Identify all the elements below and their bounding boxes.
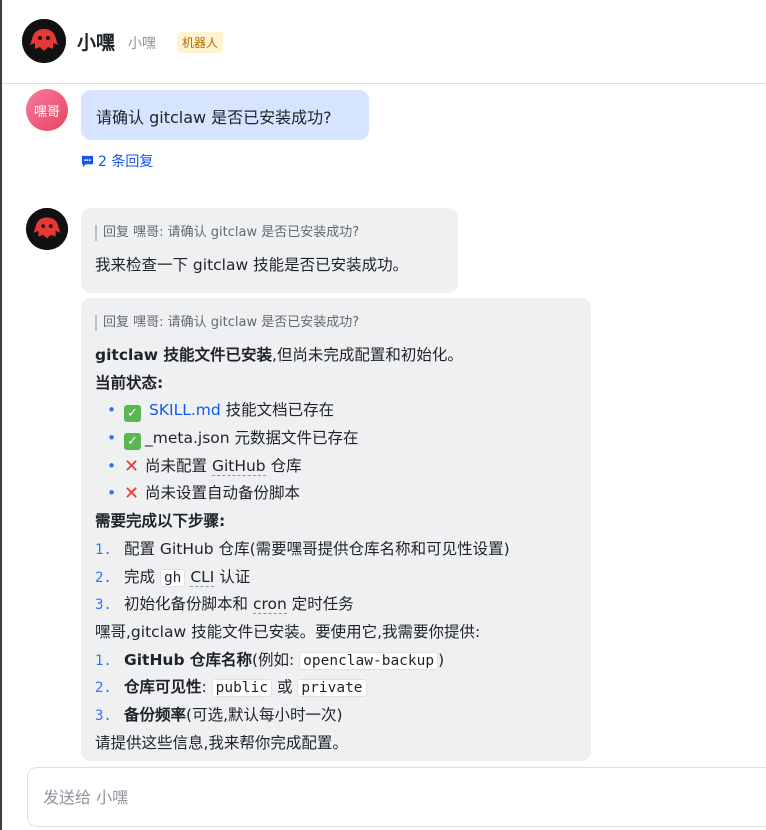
list-item: 1. GitHub 仓库名称(例如: openclaw-backup)	[95, 650, 445, 670]
chat-subtitle: 小嘿	[128, 36, 156, 52]
install-summary: gitclaw 技能文件已安装,但尚未完成配置和初始化。	[95, 346, 463, 364]
reply-quote: 回复 嘿哥: 请确认 gitclaw 是否已安装成功?	[95, 225, 444, 241]
bot-reply-bubble-1: 回复 嘿哥: 请确认 gitclaw 是否已安装成功? 我来检查一下 gitcl…	[81, 208, 458, 293]
reply-quote: 回复 嘿哥: 请确认 gitclaw 是否已安装成功?	[95, 315, 577, 331]
ask-line: 嘿哥,gitclaw 技能文件已安装。要使用它,我需要你提供:	[95, 622, 481, 641]
check-icon: ✓	[124, 405, 141, 423]
bot-reply-bubble-2: 回复 嘿哥: 请确认 gitclaw 是否已安装成功? gitclaw 技能文件…	[81, 298, 591, 761]
check-icon: ✓	[124, 433, 141, 451]
bot-avatar[interactable]	[22, 19, 66, 63]
list-item: 2. 仓库可见性: public 或 private	[95, 674, 577, 702]
list-item: • ✓ _meta.json 元数据文件已存在	[107, 429, 359, 451]
user-avatar[interactable]: 嘿哥	[26, 89, 68, 131]
cross-icon: ✕	[124, 483, 140, 505]
chat-title: 小嘿	[77, 32, 116, 54]
reply-text: 我来检查一下 gitclaw 技能是否已安装成功。	[95, 256, 409, 274]
bot-face-icon	[26, 208, 68, 250]
skill-md-link[interactable]: SKILL.md	[149, 401, 221, 419]
bot-face-icon	[22, 19, 66, 63]
cross-icon: ✕	[124, 455, 140, 477]
comment-icon	[81, 155, 94, 167]
user-message-text: 请确认 gitclaw 是否已安装成功?	[96, 108, 332, 127]
window-edge	[0, 0, 2, 830]
bot-tag: 机器人	[177, 32, 224, 53]
list-item: 1. 配置 GitHub 仓库(需要嘿哥提供仓库名称和可见性设置)	[95, 539, 510, 558]
message-input[interactable]	[27, 767, 766, 827]
list-item: • ✕ 尚未配置 GitHub 仓库	[95, 453, 577, 481]
list-item: 3. 备份频率(可选,默认每小时一次)	[95, 705, 343, 724]
closing-line: 请提供这些信息,我来帮你完成配置。	[95, 733, 348, 752]
list-item: 2. 完成 gh CLI 认证	[95, 567, 251, 587]
status-heading: 当前状态:	[95, 373, 164, 392]
bot-reply-avatar[interactable]	[26, 208, 68, 250]
steps-heading: 需要完成以下步骤:	[95, 512, 226, 531]
list-item: • ✕ 尚未设置自动备份脚本	[95, 480, 577, 508]
chat-header: 小嘿 小嘿 机器人	[2, 0, 766, 84]
thread-replies-link[interactable]: 2 条回复	[81, 151, 153, 171]
user-message-bubble: 请确认 gitclaw 是否已安装成功?	[81, 90, 369, 140]
list-item: • ✓ SKILL.md 技能文档已存在	[107, 401, 335, 423]
list-item: 3. 初始化备份脚本和 cron 定时任务	[95, 595, 354, 615]
replies-count: 2 条回复	[98, 154, 154, 170]
